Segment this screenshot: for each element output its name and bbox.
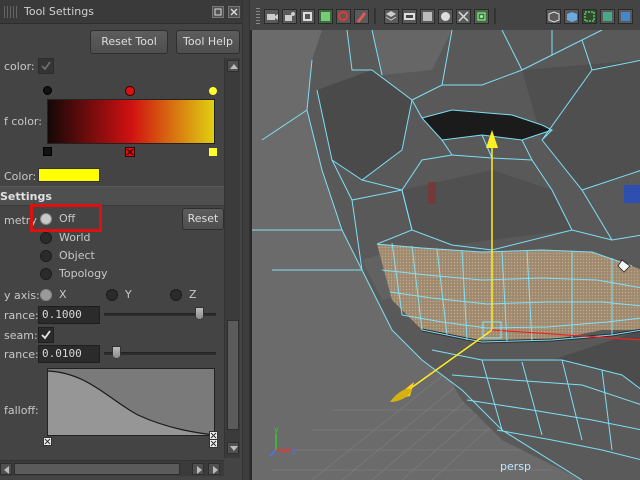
grid-icon[interactable] <box>384 9 399 24</box>
svg-text:z: z <box>292 447 296 456</box>
symmetry-object-label: Object <box>59 249 95 262</box>
settings-scroll-area: color: f color: Color: Settings metry Of… <box>0 58 224 458</box>
ramp-label: f color: <box>4 115 42 128</box>
drag-grip-icon[interactable] <box>4 6 18 18</box>
ramp-handle-red-icon[interactable] <box>125 147 135 157</box>
smooth-shade-icon[interactable] <box>564 9 579 24</box>
axis-x-radio[interactable] <box>40 289 52 301</box>
tolerance-label: rance: <box>4 309 39 322</box>
tolerance-slider-handle[interactable] <box>195 307 204 320</box>
ramp-handle-black-icon[interactable] <box>43 147 52 156</box>
tolerance2-slider-handle[interactable] <box>112 346 121 359</box>
tolerance2-field[interactable]: 0.0100 <box>38 345 100 363</box>
textured-icon[interactable] <box>600 9 615 24</box>
axis-z-radio[interactable] <box>170 289 182 301</box>
ramp-stop-red-icon[interactable] <box>125 86 135 96</box>
scroll-up-icon[interactable] <box>227 60 239 72</box>
horizontal-scrollbar[interactable] <box>0 460 224 476</box>
scroll-down-icon[interactable] <box>227 442 239 454</box>
seam-label: seam: <box>4 329 38 342</box>
symmetry-topology-radio[interactable] <box>40 268 52 280</box>
close-icon[interactable] <box>228 6 240 18</box>
vertical-scroll-thumb[interactable] <box>227 320 239 430</box>
tolerance-field[interactable]: 0.1000 <box>38 306 100 324</box>
face-mesh-render[interactable]: x y z <box>252 30 640 480</box>
float-icon[interactable] <box>212 6 224 18</box>
scroll-right-end-icon[interactable] <box>208 463 220 475</box>
axis-x-label: X <box>59 288 67 301</box>
bookmarks-icon[interactable] <box>300 9 315 24</box>
panel-title-bar: Tool Settings <box>0 0 248 24</box>
perspective-viewport[interactable]: x y z <box>250 30 640 480</box>
horizontal-scroll-thumb[interactable] <box>14 463 180 475</box>
toolbar-grip-icon[interactable] <box>256 8 260 24</box>
settings-section-header[interactable]: Settings <box>0 186 224 206</box>
axis-label: y axis: <box>4 289 40 302</box>
falloff-end-handle2-icon[interactable] <box>209 439 218 448</box>
tool-settings-panel: Tool Settings Reset Tool Tool Help color… <box>0 0 248 480</box>
seam-checkbox[interactable] <box>38 327 54 343</box>
symmetry-world-radio[interactable] <box>40 232 52 244</box>
ramp-stop-yellow-icon[interactable] <box>208 86 218 96</box>
falloff-start-handle-icon[interactable] <box>43 437 52 446</box>
panel-title: Tool Settings <box>24 5 94 18</box>
axis-y-radio[interactable] <box>106 289 118 301</box>
low-color-swatch[interactable] <box>38 168 100 182</box>
lock-camera-icon[interactable] <box>282 9 297 24</box>
camera-name-label: persp <box>500 460 531 473</box>
safe-action-icon[interactable] <box>474 9 489 24</box>
axis-y-label: Y <box>125 288 132 301</box>
tolerance2-label: rance: <box>4 348 39 361</box>
select-camera-icon[interactable] <box>264 9 279 24</box>
falloff-label: falloff: <box>4 404 39 417</box>
falloff-curve-graph[interactable] <box>47 368 215 436</box>
film-gate-icon[interactable] <box>402 9 417 24</box>
viewport-toolbar <box>250 0 640 32</box>
scroll-right-icon[interactable] <box>192 463 204 475</box>
symmetry-world-label: World <box>59 231 91 244</box>
2d-pan-zoom-icon[interactable] <box>336 9 351 24</box>
gate-mask-icon[interactable] <box>438 9 453 24</box>
color-label: color: <box>4 60 35 73</box>
symmetry-reset-button[interactable]: Reset <box>182 208 224 230</box>
svg-text:y: y <box>274 425 279 434</box>
ramp-handle-yellow-icon[interactable] <box>208 147 218 157</box>
field-chart-icon[interactable] <box>456 9 471 24</box>
highlight-box <box>30 204 102 232</box>
resolution-gate-icon[interactable] <box>420 9 435 24</box>
reset-tool-button[interactable]: Reset Tool <box>90 30 168 54</box>
symmetry-object-radio[interactable] <box>40 250 52 262</box>
symmetry-topology-label: Topology <box>59 267 108 280</box>
color-ramp[interactable] <box>47 99 215 144</box>
axis-z-label: Z <box>189 288 197 301</box>
low-color-label: Color: <box>4 170 37 183</box>
tool-help-button[interactable]: Tool Help <box>176 30 240 54</box>
image-plane-icon[interactable] <box>318 9 333 24</box>
color-checkbox[interactable] <box>38 58 54 74</box>
scroll-left-icon[interactable] <box>0 463 12 475</box>
lighting-icon[interactable] <box>618 9 633 24</box>
wireframe-on-shaded-icon[interactable] <box>582 9 597 24</box>
panel-separator[interactable] <box>242 0 250 480</box>
wireframe-icon[interactable] <box>546 9 561 24</box>
grease-pencil-icon[interactable] <box>354 9 369 24</box>
svg-text:x: x <box>282 447 287 456</box>
ramp-stop-black-icon[interactable] <box>43 86 52 95</box>
vertical-scrollbar[interactable] <box>224 58 240 458</box>
